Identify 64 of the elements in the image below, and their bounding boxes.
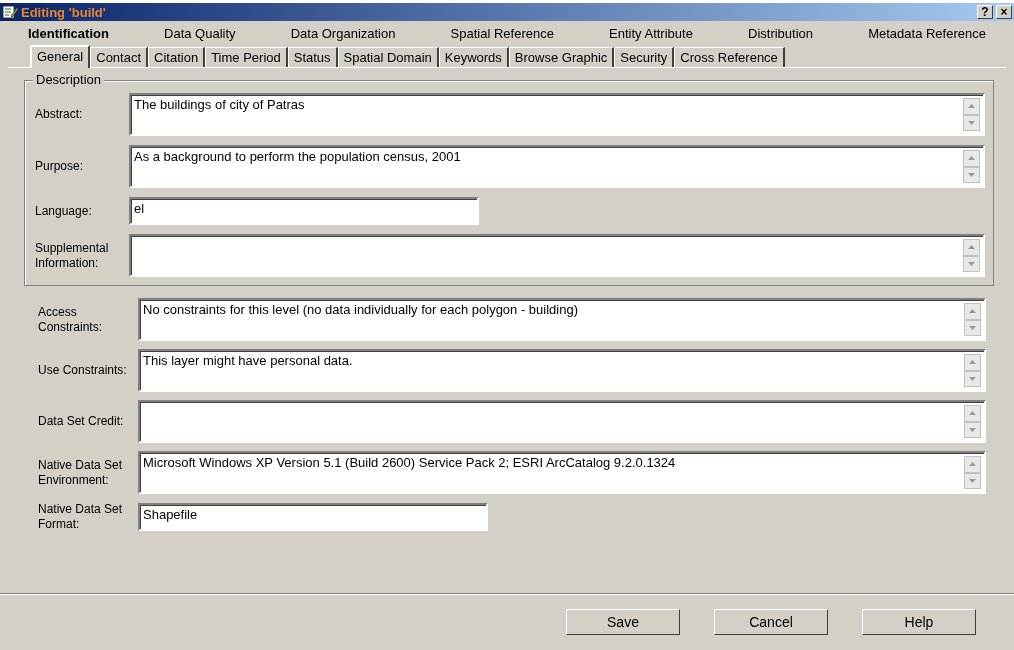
down-triangle-icon — [969, 478, 976, 483]
up-triangle-icon — [968, 104, 975, 109]
text-area[interactable]: The buildings of city of Patras — [129, 93, 985, 136]
up-triangle-icon — [969, 360, 976, 365]
scroll-up-button[interactable] — [964, 456, 981, 473]
section-tab[interactable]: Metadata Reference — [868, 25, 986, 41]
field-label: Use Constraints: — [38, 363, 128, 378]
scroll-up-button[interactable] — [963, 150, 980, 167]
tab[interactable]: Browse Graphic — [508, 47, 615, 67]
text-area[interactable] — [138, 400, 986, 443]
down-triangle-icon — [968, 261, 975, 266]
tab[interactable]: Keywords — [438, 47, 509, 67]
notepad-pencil-icon — [2, 5, 18, 19]
field-label: Native Data Set Format: — [38, 502, 124, 532]
section-tab[interactable]: Identification — [28, 25, 109, 41]
dialog-button[interactable]: Help — [862, 609, 976, 635]
up-triangle-icon — [969, 309, 976, 314]
input-field[interactable]: el — [129, 197, 479, 225]
tab[interactable]: Contact — [90, 47, 149, 67]
window-title: Editing 'build' — [21, 4, 106, 20]
text-area[interactable]: This layer might have personal data. — [138, 349, 986, 392]
down-triangle-icon — [968, 120, 975, 125]
down-triangle-icon — [968, 172, 975, 177]
scroll-up-button[interactable] — [964, 354, 981, 371]
field-label: Access Constraints: — [38, 304, 104, 335]
text-area[interactable] — [129, 234, 985, 277]
down-triangle-icon — [969, 427, 976, 432]
up-triangle-icon — [969, 411, 976, 416]
scroll-up-button[interactable] — [964, 405, 981, 422]
section-tab[interactable]: Spatial Reference — [450, 25, 554, 41]
text-area[interactable]: As a background to perform the population census, 2001 — [129, 145, 985, 188]
dialog-button[interactable]: Save — [566, 609, 680, 635]
dialog-button[interactable]: Cancel — [714, 609, 828, 635]
section-tab[interactable]: Entity Attribute — [609, 25, 693, 41]
up-triangle-icon — [968, 156, 975, 161]
tab[interactable]: Security — [614, 47, 675, 67]
tab[interactable]: Citation — [148, 47, 206, 67]
tab[interactable]: Cross Reference — [674, 47, 785, 67]
tab[interactable]: General — [30, 45, 91, 68]
field-label: Data Set Credit: — [38, 414, 125, 429]
scroll-up-button[interactable] — [964, 303, 981, 320]
up-triangle-icon — [968, 245, 975, 250]
tab[interactable]: Spatial Domain — [337, 47, 439, 67]
field-label: Native Data Set Environment: — [38, 457, 124, 488]
field-label: Purpose: — [35, 159, 85, 174]
input-field[interactable]: Shapefile — [138, 503, 488, 531]
field-label: Language: — [35, 203, 93, 219]
field-label: Abstract: — [35, 107, 84, 122]
section-tab[interactable]: Data Quality — [164, 25, 236, 41]
section-tab[interactable]: Distribution — [748, 25, 814, 41]
text-area[interactable]: No constraints for this level (no data individually for each polygon - building) — [138, 298, 986, 341]
up-triangle-icon — [969, 462, 976, 467]
tab[interactable]: Status — [287, 47, 338, 67]
tab[interactable]: Time Period — [205, 47, 288, 67]
text-area[interactable]: Microsoft Windows XP Version 5.1 (Build 2600) Service Pack 2; ESRI ArcCatalog 9.2.0.1324 — [138, 451, 986, 494]
field-label: Supplemental Information: — [35, 240, 110, 271]
section-tab[interactable]: Data Organization — [290, 25, 396, 41]
down-triangle-icon — [969, 376, 976, 381]
group-title: Description — [33, 72, 105, 87]
scroll-up-button[interactable] — [963, 98, 980, 115]
scroll-up-button[interactable] — [963, 239, 980, 256]
down-triangle-icon — [969, 325, 976, 330]
close-button[interactable]: × — [996, 5, 1012, 19]
help-button[interactable]: ? — [977, 5, 993, 19]
